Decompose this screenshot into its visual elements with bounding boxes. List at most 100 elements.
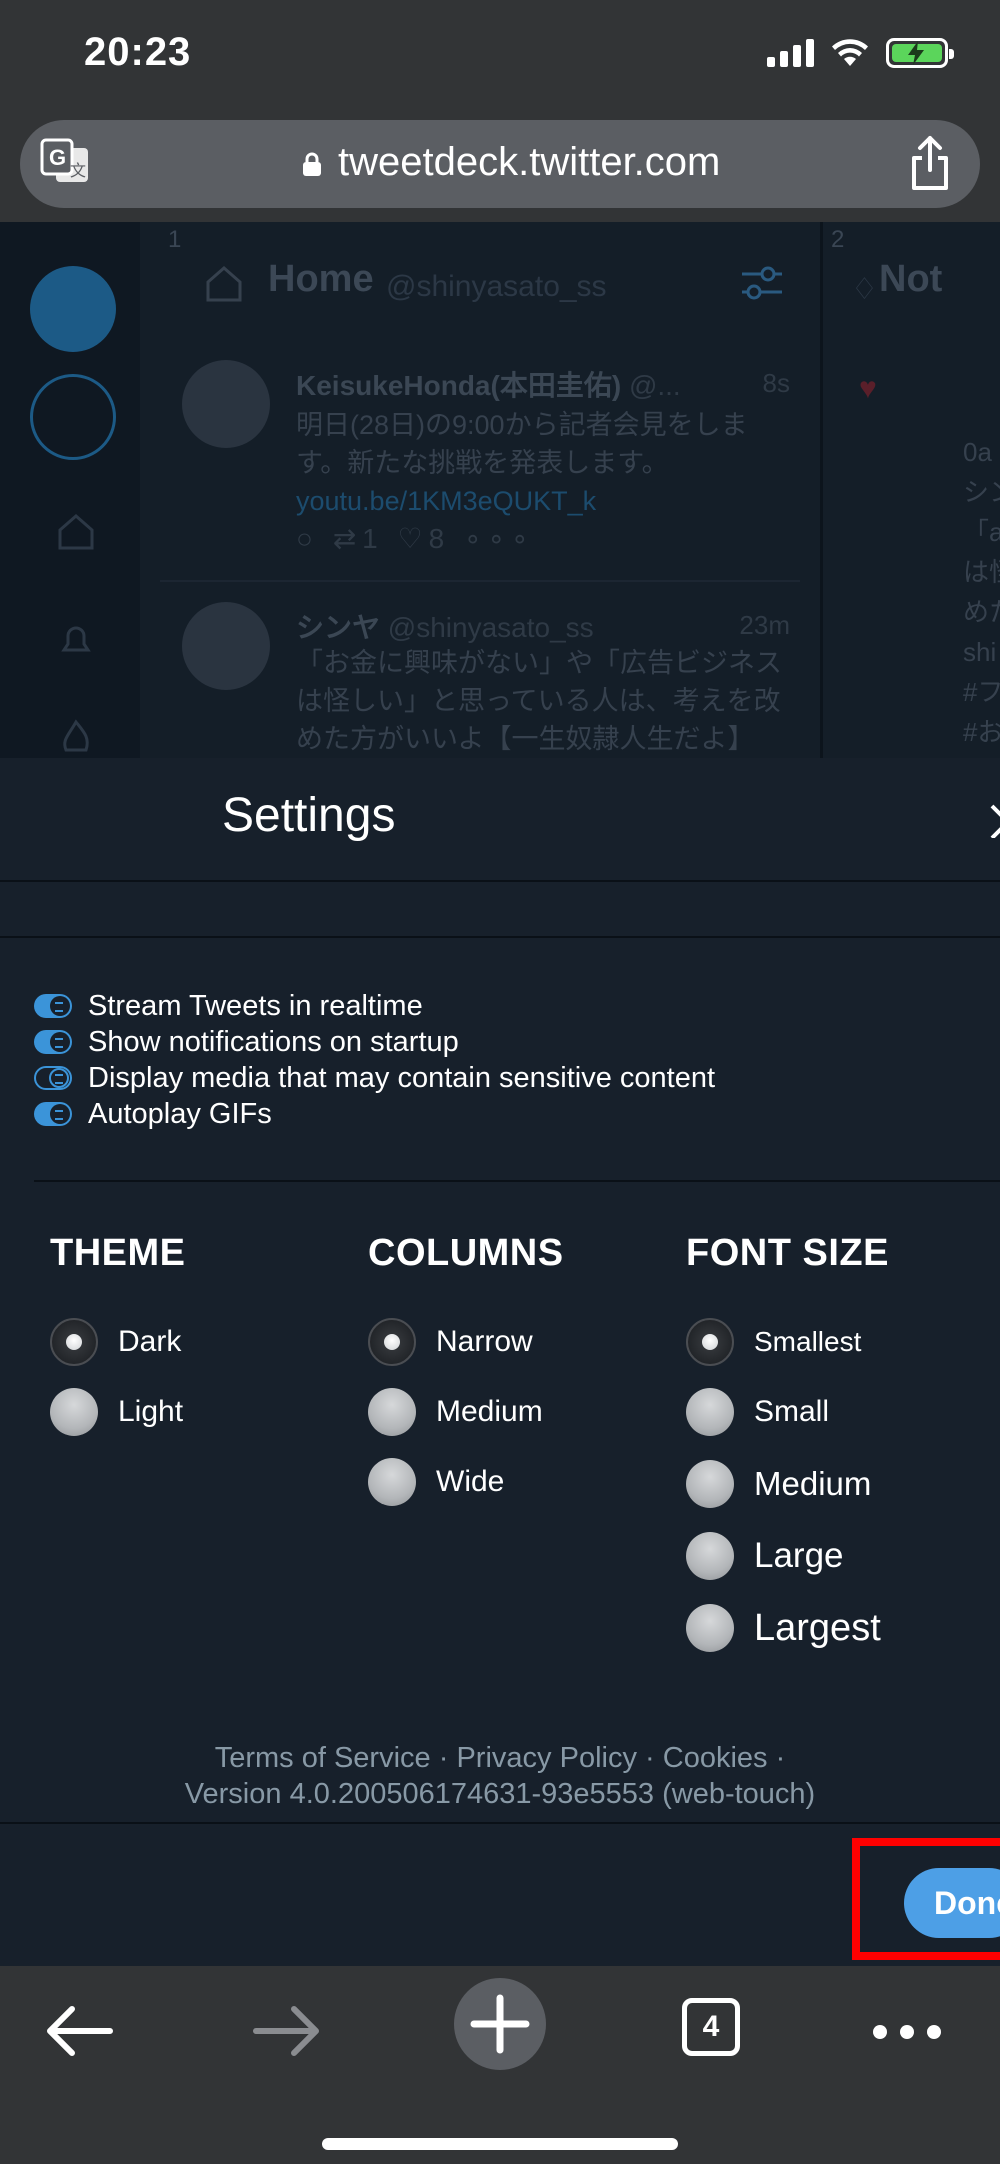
- radio-button[interactable]: [368, 1388, 416, 1436]
- font-size-option-smallest[interactable]: Smallest: [686, 1318, 861, 1366]
- font-size-option-medium[interactable]: Medium: [686, 1460, 871, 1508]
- status-icons: [767, 38, 954, 68]
- home-indicator: [322, 2138, 678, 2150]
- home-column-icon: [206, 266, 242, 302]
- tweet-text: 明日(28日)の9:00から記者会見をします。新たな挑戦を発表します。 yout…: [296, 410, 748, 516]
- notifications-column: 2 Not ♢ ♥ 0a シン 「a は怪 めた shi #フ #お: [820, 222, 1000, 758]
- avatar: [182, 360, 270, 448]
- radio-button[interactable]: [686, 1460, 734, 1508]
- address-bar[interactable]: G 文 tweetdeck.twitter.com: [20, 120, 980, 208]
- tweet-divider: [160, 580, 800, 582]
- theme-group: THEME Dark Light: [50, 1232, 186, 1436]
- home-column-title: Home: [268, 258, 374, 300]
- theme-heading: THEME: [50, 1232, 186, 1274]
- tweet-actions: ○ ⇄1 ♡8 ∘∘∘: [296, 523, 535, 554]
- font-size-option-largest[interactable]: Largest: [686, 1604, 881, 1652]
- toggle-row-stream-tweets[interactable]: Stream Tweets in realtime: [34, 988, 984, 1024]
- url-text[interactable]: tweetdeck.twitter.com: [338, 140, 720, 185]
- cookies-link[interactable]: Cookies: [663, 1742, 768, 1774]
- flame-icon: [63, 719, 89, 752]
- status-time: 20:23: [84, 30, 192, 74]
- theme-option-dark[interactable]: Dark: [50, 1318, 181, 1366]
- radio-button[interactable]: [686, 1532, 734, 1580]
- forward-icon[interactable]: [244, 1986, 334, 2076]
- columns-option-narrow[interactable]: Narrow: [368, 1318, 533, 1366]
- tweet-author: KeisukeHonda(本田圭佑) @...: [296, 370, 681, 401]
- radio-button[interactable]: [686, 1388, 734, 1436]
- compose-icon: [30, 266, 116, 352]
- toggle-row-notifications[interactable]: Show notifications on startup: [34, 1024, 984, 1060]
- search-icon: [30, 374, 116, 460]
- notifications-toggle[interactable]: [34, 1030, 72, 1054]
- toggle-row-sensitive-media[interactable]: Display media that may contain sensitive…: [34, 1060, 984, 1096]
- highlight-box: [852, 1838, 1000, 1960]
- bell-icon: [61, 626, 91, 652]
- stream-tweets-toggle[interactable]: [34, 994, 72, 1018]
- notification-text: 0a シン 「a は怪 めた shi #フ #お: [963, 437, 1000, 747]
- svg-text:G: G: [49, 145, 66, 170]
- radio-button[interactable]: [50, 1388, 98, 1436]
- columns-group: COLUMNS Narrow Medium Wide: [368, 1232, 564, 1506]
- toggle-label: Stream Tweets in realtime: [88, 989, 423, 1022]
- columns-option-wide[interactable]: Wide: [368, 1458, 504, 1506]
- settings-footer-bar: [0, 1822, 1000, 1966]
- tweetdeck-background: 1 Home @shinyasato_ss KeisukeHonda(本田圭佑)…: [0, 222, 1000, 758]
- cellular-signal-icon: [767, 39, 814, 67]
- toggle-label: Display media that may contain sensitive…: [88, 1061, 716, 1094]
- status-bar: 20:23: [0, 0, 1000, 110]
- column-number: 2: [831, 226, 845, 253]
- tab-switcher-button[interactable]: 4: [682, 1998, 740, 2056]
- sensitive-media-toggle[interactable]: [34, 1066, 72, 1090]
- home-icon: [58, 514, 94, 550]
- font-size-group: FONT SIZE Smallest Small Medium Large La…: [686, 1232, 889, 1652]
- heart-icon: ♥: [859, 372, 877, 405]
- font-size-option-large[interactable]: Large: [686, 1532, 844, 1580]
- browser-toolbar: 4: [0, 1966, 1000, 2164]
- settings-tabs: [0, 882, 1000, 938]
- plus-icon: [470, 1994, 530, 2054]
- close-icon[interactable]: [988, 802, 1000, 838]
- radio-button[interactable]: [368, 1318, 416, 1366]
- column-filter-icon: [742, 266, 782, 300]
- home-column-handle: @shinyasato_ss: [386, 270, 607, 303]
- column-number: 1: [168, 226, 182, 253]
- tweet-text: 「お金に興味がない」や「広告ビジネスは怪しい」と思っている人は、考えを改めた方が…: [296, 648, 782, 754]
- bell-icon: ♢: [851, 273, 878, 306]
- back-icon[interactable]: [32, 1986, 122, 2076]
- toggle-label: Autoplay GIFs: [88, 1097, 272, 1130]
- columns-option-medium[interactable]: Medium: [368, 1388, 543, 1436]
- columns-heading: COLUMNS: [368, 1232, 564, 1274]
- tweet-author: シンヤ @shinyasato_ss: [296, 612, 594, 643]
- radio-button[interactable]: [686, 1604, 734, 1652]
- version-text: Version 4.0.200506174631-93e5553 (web-to…: [184, 1778, 816, 1810]
- footer-links: Terms of Service · Privacy Policy · Cook…: [214, 1742, 786, 1774]
- terms-link[interactable]: Terms of Service: [215, 1742, 431, 1774]
- tweet-time: 8s: [762, 368, 790, 398]
- font-size-option-small[interactable]: Small: [686, 1388, 829, 1436]
- toggle-label: Show notifications on startup: [88, 1025, 459, 1058]
- wifi-icon: [832, 39, 868, 66]
- lock-icon: [303, 152, 321, 176]
- radio-button[interactable]: [368, 1458, 416, 1506]
- share-icon[interactable]: [906, 134, 954, 192]
- privacy-link[interactable]: Privacy Policy: [456, 1742, 637, 1774]
- tweetdeck-sidebar: [0, 222, 140, 758]
- radio-button[interactable]: [686, 1318, 734, 1366]
- autoplay-gifs-toggle[interactable]: [34, 1102, 72, 1126]
- svg-text:文: 文: [70, 161, 86, 180]
- notifications-column-title: Not: [879, 258, 943, 300]
- translate-icon[interactable]: G 文: [40, 138, 92, 188]
- avatar: [182, 602, 270, 690]
- toggle-row-autoplay-gifs[interactable]: Autoplay GIFs: [34, 1096, 984, 1132]
- settings-header: Settings: [0, 758, 1000, 882]
- settings-toggles: Stream Tweets in realtime Show notificat…: [34, 988, 984, 1132]
- theme-option-light[interactable]: Light: [50, 1388, 183, 1436]
- radio-button[interactable]: [50, 1318, 98, 1366]
- tweet-time: 23m: [739, 610, 790, 640]
- more-icon[interactable]: [862, 1986, 952, 2076]
- settings-title: Settings: [222, 789, 396, 842]
- new-tab-button[interactable]: [454, 1978, 546, 2070]
- divider: [34, 1180, 1000, 1182]
- battery-icon: [886, 38, 954, 68]
- font-size-heading: FONT SIZE: [686, 1232, 889, 1274]
